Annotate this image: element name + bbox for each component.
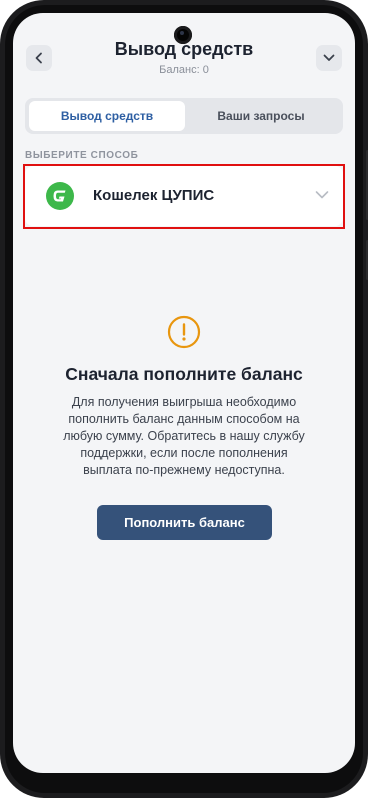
phone-frame: Вывод средств Баланс: 0 Вывод средств Ва… xyxy=(0,0,368,798)
warning-circle-icon xyxy=(167,315,201,349)
tab-bar: Вывод средств Ваши запросы xyxy=(25,98,343,134)
message-line: выплата по-прежнему недоступна. xyxy=(83,463,285,477)
message-line: Для получения выигрыша необходимо xyxy=(71,395,297,409)
chevron-down-icon xyxy=(315,191,329,199)
top-up-balance-button[interactable]: Пополнить баланс xyxy=(97,505,272,540)
tab-your-requests[interactable]: Ваши запросы xyxy=(183,101,339,131)
empty-state-title: Сначала пополните баланс xyxy=(65,364,303,384)
chevron-down-icon xyxy=(323,54,335,61)
header: Вывод средств Баланс: 0 xyxy=(13,13,355,91)
payment-method-name: Кошелек ЦУПИС xyxy=(93,187,215,204)
balance-text: Баланс: 0 xyxy=(13,64,355,76)
screen: Вывод средств Баланс: 0 Вывод средств Ва… xyxy=(13,13,355,773)
section-label: ВЫБЕРИТЕ СПОСОБ xyxy=(25,150,139,161)
message-line: пополнить баланс данным способом на xyxy=(68,412,300,426)
message-line: любую сумму. Обратитесь в нашу службу xyxy=(63,429,305,443)
front-camera xyxy=(174,26,192,44)
tab-withdraw[interactable]: Вывод средств xyxy=(29,101,185,131)
payment-method-select[interactable]: Кошелек ЦУПИС xyxy=(25,166,343,226)
message-line: поддержки, если после пополнения xyxy=(80,446,288,460)
empty-state-message: Для получения выигрыша необходимо пополн… xyxy=(39,394,329,479)
header-menu-button[interactable] xyxy=(316,45,342,71)
balance-value: Баланс: 0 xyxy=(159,64,209,76)
cupis-logo-icon xyxy=(46,182,74,210)
